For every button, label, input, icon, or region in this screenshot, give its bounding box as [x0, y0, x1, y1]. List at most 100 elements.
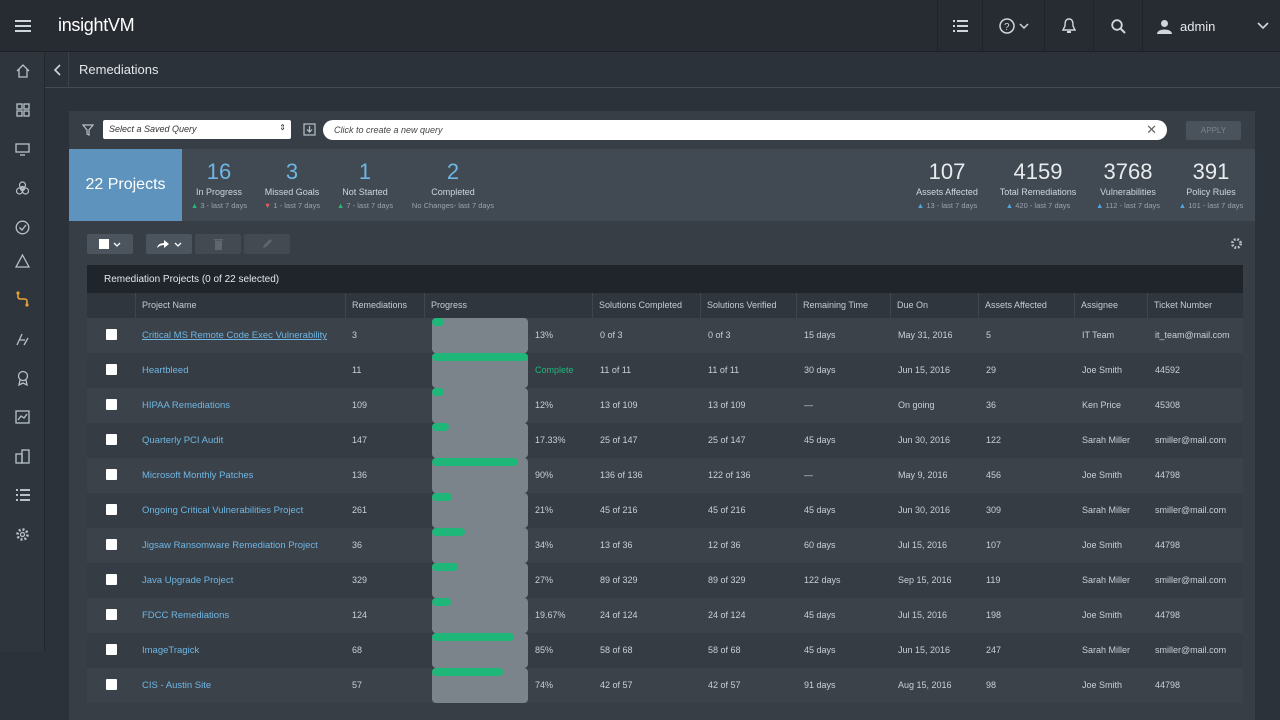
- stat-vulnerabilities[interactable]: 3768 Vulnerabilities ▲ 112 - last 7 days: [1093, 149, 1163, 221]
- row-checkbox[interactable]: [106, 609, 117, 620]
- remediation-path-icon[interactable]: [0, 282, 45, 316]
- assignee: Sarah Miller: [1082, 575, 1131, 585]
- row-checkbox[interactable]: [106, 574, 117, 585]
- assets-affected: 98: [986, 680, 997, 690]
- table-row[interactable]: Heartbleed 11 Complete 11 of 11 11 of 11 30 d…: [87, 353, 1243, 388]
- project-name-link[interactable]: HIPAA Remediations: [142, 388, 230, 423]
- project-name-link[interactable]: FDCC Remediations: [142, 598, 229, 633]
- share-dropdown[interactable]: [146, 234, 192, 254]
- project-name-link[interactable]: Jigsaw Ransomware Remediation Project: [142, 528, 318, 563]
- alerts-triangle-icon[interactable]: [0, 244, 45, 278]
- table-row[interactable]: Ongoing Critical Vulnerabilities Project…: [87, 493, 1243, 528]
- solutions-completed: 58 of 68: [600, 645, 633, 655]
- due-date: Jun 15, 2016: [898, 365, 951, 375]
- col-due-on[interactable]: Due On: [890, 293, 978, 318]
- automation-icon[interactable]: [0, 322, 45, 356]
- row-checkbox[interactable]: [106, 399, 117, 410]
- help-menu-icon[interactable]: ?: [982, 0, 1044, 52]
- back-chevron-icon[interactable]: [45, 51, 69, 88]
- remaining-time: 45 days: [804, 645, 836, 655]
- col-ticket-number[interactable]: Ticket Number: [1147, 293, 1243, 318]
- col-progress[interactable]: Progress: [424, 293, 592, 318]
- ticket-number: smiller@mail.com: [1155, 505, 1227, 515]
- stat-missed-goals[interactable]: 3 Missed Goals ▼ 1 - last 7 days: [262, 149, 322, 221]
- row-checkbox[interactable]: [106, 434, 117, 445]
- stat-in-progress[interactable]: 16 In Progress ▲ 3 - last 7 days: [187, 149, 251, 221]
- task-list-icon[interactable]: [0, 478, 45, 512]
- buildings-icon[interactable]: [0, 439, 45, 473]
- row-checkbox[interactable]: [106, 504, 117, 515]
- goals-ribbon-icon[interactable]: [0, 361, 45, 395]
- col-solutions-completed[interactable]: Solutions Completed: [592, 293, 700, 318]
- stat-trend: ▲ 420 - last 7 days: [1005, 201, 1071, 210]
- col-remediations[interactable]: Remediations: [345, 293, 424, 318]
- stat-policy-rules[interactable]: 391 Policy Rules ▲ 101 - last 7 days: [1175, 149, 1247, 221]
- solutions-verified: 89 of 329: [708, 575, 746, 585]
- project-name-link[interactable]: ImageTragick: [142, 633, 199, 668]
- project-name-link[interactable]: Microsoft Monthly Patches: [142, 458, 253, 493]
- row-checkbox[interactable]: [106, 364, 117, 375]
- clear-query-icon[interactable]: ✕: [1146, 122, 1157, 138]
- row-checkbox[interactable]: [106, 329, 117, 340]
- col-solutions-verified[interactable]: Solutions Verified: [700, 293, 796, 318]
- user-menu[interactable]: admin: [1142, 0, 1280, 52]
- project-name-link[interactable]: CIS - Austin Site: [142, 668, 211, 703]
- save-query-icon[interactable]: [303, 123, 316, 136]
- query-input[interactable]: Click to create a new query ✕: [323, 120, 1167, 140]
- apply-button[interactable]: APPLY: [1186, 121, 1241, 140]
- filter-icon[interactable]: [82, 124, 94, 136]
- delete-button[interactable]: [195, 234, 241, 254]
- assets-monitor-icon[interactable]: [0, 132, 45, 166]
- row-checkbox[interactable]: [106, 679, 117, 690]
- notifications-bell-icon[interactable]: [1044, 0, 1093, 52]
- table-row[interactable]: Quarterly PCI Audit 147 17.33% 25 of 147 25 …: [87, 423, 1243, 458]
- settings-gear-icon[interactable]: [0, 517, 45, 551]
- stat-not-started[interactable]: 1 Not Started ▲ 7 - last 7 days: [335, 149, 395, 221]
- project-name-link[interactable]: Quarterly PCI Audit: [142, 423, 223, 458]
- col-remaining-time[interactable]: Remaining Time: [796, 293, 890, 318]
- table-row[interactable]: HIPAA Remediations 109 12% 13 of 109 13 of 1…: [87, 388, 1243, 423]
- search-icon[interactable]: [1093, 0, 1142, 52]
- table-row[interactable]: FDCC Remediations 124 19.67% 24 of 124 24 of…: [87, 598, 1243, 633]
- saved-query-select[interactable]: Select a Saved Query ⇕: [103, 120, 291, 139]
- due-date: Jul 15, 2016: [898, 540, 948, 550]
- progress-bar: [432, 353, 528, 388]
- hamburger-menu-icon[interactable]: [0, 0, 45, 52]
- stat-total-remediations[interactable]: 4159 Total Remediations ▲ 420 - last 7 d…: [995, 149, 1081, 221]
- projects-count-tile[interactable]: 22 Projects: [69, 149, 182, 221]
- list-icon[interactable]: [937, 0, 982, 52]
- dashboard-icon[interactable]: [0, 93, 45, 127]
- vulnerabilities-biohazard-icon[interactable]: [0, 171, 45, 205]
- policies-check-icon[interactable]: [0, 210, 45, 244]
- stat-label: In Progress: [195, 187, 243, 197]
- table-row[interactable]: Java Upgrade Project 329 27% 89 of 329 89 of…: [87, 563, 1243, 598]
- row-checkbox[interactable]: [106, 644, 117, 655]
- table-row[interactable]: Microsoft Monthly Patches 136 90% 136 of 13…: [87, 458, 1243, 493]
- project-name-link[interactable]: Ongoing Critical Vulnerabilities Project: [142, 493, 303, 528]
- solutions-verified: 122 of 136: [708, 470, 751, 480]
- col-assets-affected[interactable]: Assets Affected: [978, 293, 1074, 318]
- stat-assets-affected[interactable]: 107 Assets Affected ▲ 13 - last 7 days: [912, 149, 982, 221]
- project-name-link[interactable]: Java Upgrade Project: [142, 563, 233, 598]
- share-arrow-icon: [157, 240, 169, 248]
- solutions-completed: 0 of 3: [600, 330, 623, 340]
- home-icon[interactable]: [0, 54, 45, 88]
- row-checkbox[interactable]: [106, 539, 117, 550]
- remaining-time: 60 days: [804, 540, 836, 550]
- table-row[interactable]: Jigsaw Ransomware Remediation Project 36 3…: [87, 528, 1243, 563]
- col-project-name[interactable]: Project Name: [135, 293, 345, 318]
- table-row[interactable]: ImageTragick 68 85% 58 of 68 58 of 68 45 days…: [87, 633, 1243, 668]
- row-checkbox[interactable]: [106, 469, 117, 480]
- edit-button[interactable]: [244, 234, 290, 254]
- project-name-link[interactable]: Heartbleed: [142, 353, 188, 388]
- table-settings-gear-icon[interactable]: [1230, 237, 1243, 250]
- col-assignee[interactable]: Assignee: [1074, 293, 1147, 318]
- stat-completed[interactable]: 2 Completed No Changes- last 7 days: [407, 149, 499, 221]
- table-row[interactable]: Critical MS Remote Code Exec Vulnerabili…: [87, 318, 1243, 353]
- project-name-link[interactable]: Critical MS Remote Code Exec Vulnerabili…: [142, 318, 327, 353]
- reports-chart-icon[interactable]: [0, 400, 45, 434]
- table-row[interactable]: CIS - Austin Site 57 74% 42 of 57 42 of 57 91…: [87, 668, 1243, 703]
- ticket-number: smiller@mail.com: [1155, 435, 1227, 445]
- select-all-dropdown[interactable]: [87, 234, 133, 254]
- app-logo[interactable]: insightVM: [58, 15, 135, 36]
